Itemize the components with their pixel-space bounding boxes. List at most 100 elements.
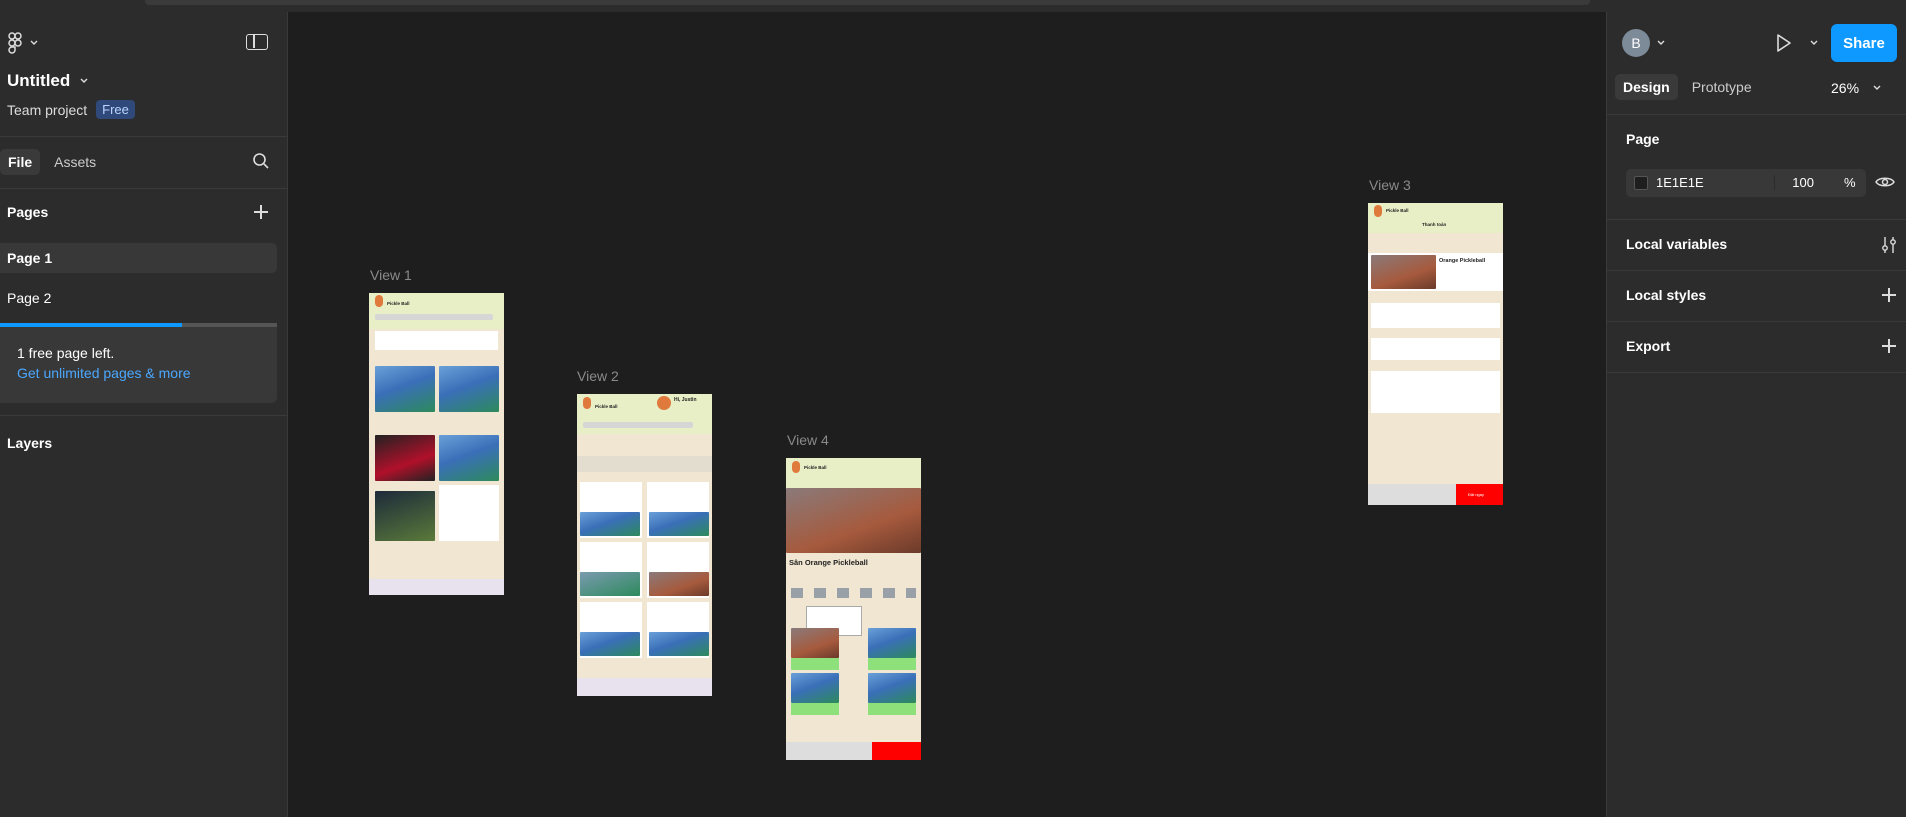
mini-brand: Pickle Ball bbox=[804, 465, 827, 470]
variables-icon[interactable] bbox=[1881, 236, 1897, 254]
mini-image bbox=[1371, 255, 1436, 289]
user-avatar[interactable]: B bbox=[1622, 29, 1650, 57]
page-section-heading: Page bbox=[1626, 131, 1660, 147]
mini-card bbox=[375, 331, 498, 350]
eye-icon[interactable] bbox=[1875, 175, 1895, 189]
local-variables-heading[interactable]: Local variables bbox=[1626, 236, 1727, 252]
mini-header: Pickle Ball bbox=[369, 293, 504, 329]
project-name[interactable]: Team project bbox=[7, 102, 87, 118]
divider bbox=[0, 415, 287, 416]
mini-cta: Đặt ngay bbox=[1456, 484, 1503, 505]
tab-design[interactable]: Design bbox=[1615, 74, 1678, 100]
mini-venue: Orange Pickleball bbox=[1439, 258, 1486, 264]
mini-footer bbox=[1368, 484, 1456, 505]
search-icon[interactable] bbox=[252, 152, 270, 170]
mini-image bbox=[791, 673, 839, 703]
layers-heading: Layers bbox=[7, 435, 53, 451]
mini-image bbox=[580, 572, 640, 596]
mini-header: Pickle Ball Thanh toán bbox=[1368, 203, 1503, 233]
file-title-text: Untitled bbox=[7, 71, 71, 90]
mini-filter-row bbox=[577, 456, 712, 472]
add-style-icon[interactable] bbox=[1882, 288, 1896, 302]
mini-brand: Pickle Ball bbox=[387, 301, 410, 306]
mini-image bbox=[580, 632, 640, 656]
add-page-icon[interactable] bbox=[254, 205, 268, 219]
tab-assets[interactable]: Assets bbox=[46, 149, 104, 175]
sidebar-toggle-icon[interactable] bbox=[246, 34, 268, 50]
mini-nav bbox=[369, 579, 504, 595]
local-styles-heading[interactable]: Local styles bbox=[1626, 287, 1706, 303]
mini-header: Pickle Ball Hi, Justin bbox=[577, 394, 712, 434]
mini-image bbox=[649, 512, 709, 536]
mini-image bbox=[375, 435, 435, 481]
mini-image bbox=[649, 632, 709, 656]
logo-icon bbox=[792, 461, 800, 473]
plan-badge[interactable]: Free bbox=[96, 100, 135, 119]
percent-sign: % bbox=[1844, 175, 1856, 190]
mini-label-green bbox=[791, 703, 839, 715]
logo-icon bbox=[583, 397, 591, 409]
mini-image bbox=[375, 366, 435, 412]
frame-view3[interactable]: Pickle Ball Thanh toán Orange Pickleball… bbox=[1368, 203, 1503, 505]
frame-label-view2[interactable]: View 2 bbox=[577, 368, 619, 384]
mini-header-title: Thanh toán bbox=[1422, 222, 1447, 227]
mini-image bbox=[375, 491, 435, 541]
file-title[interactable]: Untitled bbox=[7, 71, 88, 91]
frame-view2[interactable]: Pickle Ball Hi, Justin bbox=[577, 394, 712, 696]
mini-card bbox=[1371, 338, 1500, 360]
mini-card bbox=[1371, 371, 1500, 413]
mini-nav bbox=[577, 678, 712, 696]
page-limit-notice: 1 free page left. Get unlimited pages & … bbox=[0, 323, 277, 403]
play-icon[interactable] bbox=[1775, 33, 1793, 53]
pages-heading: Pages bbox=[7, 204, 49, 220]
divider bbox=[1607, 270, 1906, 271]
zoom-value: 26% bbox=[1831, 80, 1860, 96]
page-background-field[interactable]: 1E1E1E 100 % bbox=[1626, 169, 1866, 197]
page-item-1[interactable]: Page 1 bbox=[0, 243, 277, 273]
divider bbox=[1607, 219, 1906, 220]
right-panel: B Share Design Prototype 26% Page 1E1E1E… bbox=[1606, 12, 1906, 817]
logo-icon bbox=[375, 295, 383, 307]
tab-prototype[interactable]: Prototype bbox=[1684, 74, 1760, 100]
logo-icon bbox=[1374, 205, 1382, 217]
add-export-icon[interactable] bbox=[1882, 339, 1896, 353]
frame-label-view3[interactable]: View 3 bbox=[1369, 177, 1411, 193]
mini-search bbox=[583, 422, 693, 428]
frame-label-view4[interactable]: View 4 bbox=[787, 432, 829, 448]
left-panel: Untitled Team project Free File Assets P… bbox=[0, 12, 288, 817]
main-menu-button[interactable] bbox=[8, 32, 38, 54]
mini-image bbox=[868, 673, 916, 703]
mini-label-green bbox=[791, 658, 839, 670]
mini-footer bbox=[786, 742, 872, 760]
divider bbox=[1607, 321, 1906, 322]
frame-view1[interactable]: Pickle Ball bbox=[369, 293, 504, 595]
color-swatch[interactable] bbox=[1634, 176, 1648, 190]
mini-label-green bbox=[868, 658, 916, 670]
design-tabs: Design Prototype bbox=[1615, 74, 1760, 100]
chevron-down-icon bbox=[30, 40, 38, 45]
mini-venue: Sân Orange Pickleball bbox=[789, 558, 868, 567]
mini-brand: Pickle Ball bbox=[595, 404, 618, 409]
frame-view4[interactable]: Pickle Ball Sân Orange Pickleball bbox=[786, 458, 921, 760]
bg-hex-input[interactable]: 1E1E1E bbox=[1656, 175, 1704, 190]
divider bbox=[0, 188, 287, 189]
mini-image bbox=[439, 366, 499, 412]
upgrade-link[interactable]: Get unlimited pages & more bbox=[17, 365, 191, 381]
export-heading[interactable]: Export bbox=[1626, 338, 1670, 354]
page-item-2[interactable]: Page 2 bbox=[0, 283, 277, 313]
share-button[interactable]: Share bbox=[1831, 24, 1897, 62]
project-info: Team project Free bbox=[7, 100, 135, 119]
mini-greeting: Hi, Justin bbox=[674, 397, 697, 403]
bg-opacity-input[interactable]: 100 bbox=[1774, 175, 1814, 190]
mini-image bbox=[868, 628, 916, 658]
canvas[interactable]: View 1 Pickle Ball View 2 Pickle Ball Hi… bbox=[289, 12, 1606, 817]
divider bbox=[1607, 372, 1906, 373]
chevron-down-icon[interactable] bbox=[1657, 40, 1665, 46]
frame-label-view1[interactable]: View 1 bbox=[370, 267, 412, 283]
chevron-down-icon[interactable] bbox=[1810, 40, 1818, 46]
mini-card bbox=[439, 485, 499, 541]
zoom-control[interactable]: 26% bbox=[1831, 80, 1881, 96]
tab-file[interactable]: File bbox=[0, 149, 41, 175]
avatar bbox=[657, 396, 671, 410]
mini-label-green bbox=[868, 703, 916, 715]
